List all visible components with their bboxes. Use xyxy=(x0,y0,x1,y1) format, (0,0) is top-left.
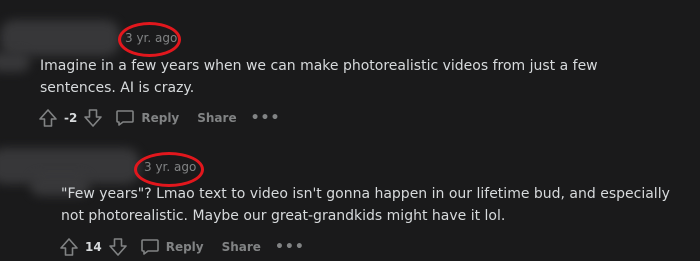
share-button[interactable]: Share xyxy=(222,240,261,254)
reply-label: Reply xyxy=(165,240,204,254)
downvote-icon[interactable] xyxy=(83,108,103,128)
comment-1: 3 yr. ago Imagine in a few years when we… xyxy=(0,0,700,140)
more-options-icon[interactable]: ••• xyxy=(275,239,305,255)
vote-score: 14 xyxy=(85,240,102,254)
reply-button[interactable]: Reply xyxy=(140,237,204,257)
comment-bubble-icon xyxy=(140,239,159,255)
redacted-username xyxy=(0,20,120,56)
more-options-icon[interactable]: ••• xyxy=(251,110,281,126)
redacted-avatar xyxy=(0,52,30,72)
vote-score: -2 xyxy=(64,111,78,125)
share-button[interactable]: Share xyxy=(197,111,236,125)
upvote-icon[interactable] xyxy=(38,108,58,128)
comment-bubble-icon xyxy=(116,110,135,126)
comment-body: "Few years"? Lmao text to video isn't go… xyxy=(61,186,670,224)
upvote-icon[interactable] xyxy=(59,237,79,257)
comment-2: 3 yr. ago "Few years"? Lmao text to vide… xyxy=(0,140,700,261)
comment-actions: -2 Reply Share ••• xyxy=(38,106,280,130)
red-annotation-circle xyxy=(134,152,204,187)
comment-body: Imagine in a few years when we can make … xyxy=(40,58,598,96)
reply-label: Reply xyxy=(141,111,180,125)
reply-button[interactable]: Reply xyxy=(115,108,179,128)
comment-actions: 14 Reply Share ••• xyxy=(59,235,305,259)
downvote-icon[interactable] xyxy=(108,237,128,257)
red-annotation-circle xyxy=(118,22,181,57)
